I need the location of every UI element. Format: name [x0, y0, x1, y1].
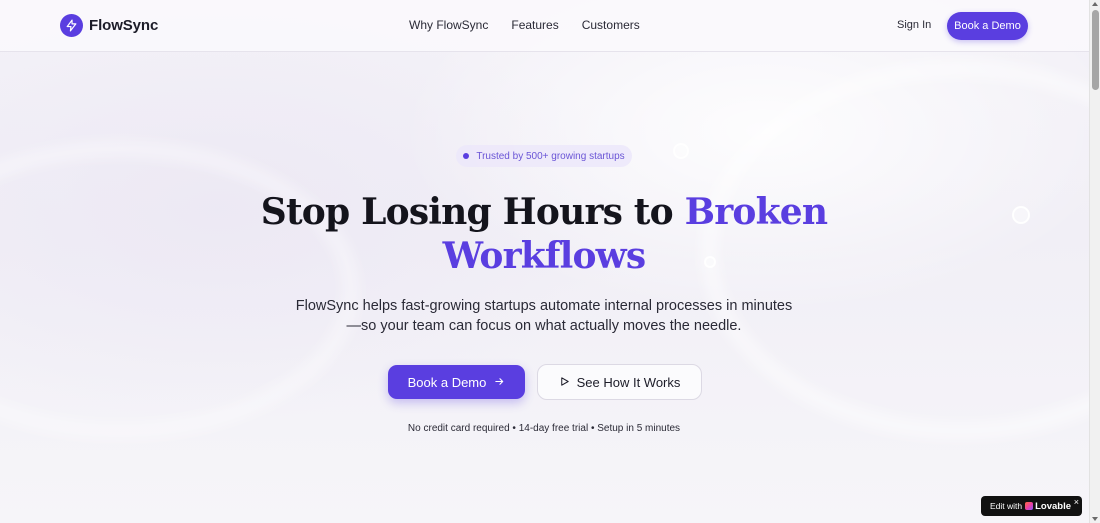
page: FlowSync Why FlowSync Features Customers…: [0, 0, 1089, 523]
nav-customers[interactable]: Customers: [582, 18, 640, 32]
headline-part1: Stop Losing Hours to: [260, 191, 674, 233]
decorative-dot: [1012, 206, 1030, 224]
see-how-it-works-label: See How It Works: [576, 374, 681, 390]
trust-badge: Trusted by 500+ growing startups: [456, 145, 632, 167]
edit-with-lovable-badge[interactable]: Edit with Lovable ×: [981, 496, 1082, 516]
play-icon: [559, 375, 570, 390]
fine-print: No credit card required • 14-day free tr…: [407, 423, 681, 434]
scroll-thumb[interactable]: [1092, 10, 1099, 90]
site-header: FlowSync Why FlowSync Features Customers…: [0, 0, 1089, 52]
see-how-it-works-button[interactable]: See How It Works: [537, 364, 702, 400]
subheadline-line1: FlowSync helps fast-growing startups aut…: [295, 298, 793, 314]
arrow-right-icon: [494, 375, 505, 390]
lovable-prefix: Edit with: [990, 501, 1023, 511]
decorative-swirl: [0, 140, 360, 440]
scroll-up-arrow-icon[interactable]: [1092, 2, 1098, 6]
hero-headline: Stop Losing Hours to Broken Workflows: [244, 190, 844, 278]
headline-accent2: Workflows: [442, 235, 646, 277]
brand-name: FlowSync: [89, 17, 159, 34]
lovable-heart-icon: [1025, 502, 1034, 510]
hero-subheadline: FlowSync helps fast-growing startups aut…: [254, 296, 834, 336]
headline-accent1: Broken: [684, 191, 828, 233]
close-icon[interactable]: ×: [1074, 497, 1079, 507]
lovable-brand-text: Lovable: [1035, 500, 1072, 512]
nav-features[interactable]: Features: [511, 18, 558, 32]
decorative-dot: [673, 143, 689, 159]
badge-dot-icon: [463, 153, 470, 159]
sign-in-link[interactable]: Sign In: [897, 19, 931, 31]
book-demo-button-header[interactable]: Book a Demo: [947, 12, 1028, 40]
scroll-down-arrow-icon[interactable]: [1092, 517, 1098, 521]
subheadline-line2: —so your team can focus on what actually…: [346, 318, 742, 334]
lightning-bolt-icon: [60, 14, 83, 37]
main-nav: Why FlowSync Features Customers: [409, 18, 640, 32]
page-scrollbar[interactable]: [1089, 0, 1100, 523]
lovable-brand: Lovable: [1025, 501, 1071, 512]
book-demo-button[interactable]: Book a Demo: [388, 365, 525, 399]
book-demo-label: Book a Demo: [407, 374, 487, 390]
trust-badge-text: Trusted by 500+ growing startups: [476, 150, 625, 162]
brand-logo[interactable]: FlowSync: [60, 14, 158, 37]
nav-why-flowsync[interactable]: Why FlowSync: [409, 18, 488, 32]
